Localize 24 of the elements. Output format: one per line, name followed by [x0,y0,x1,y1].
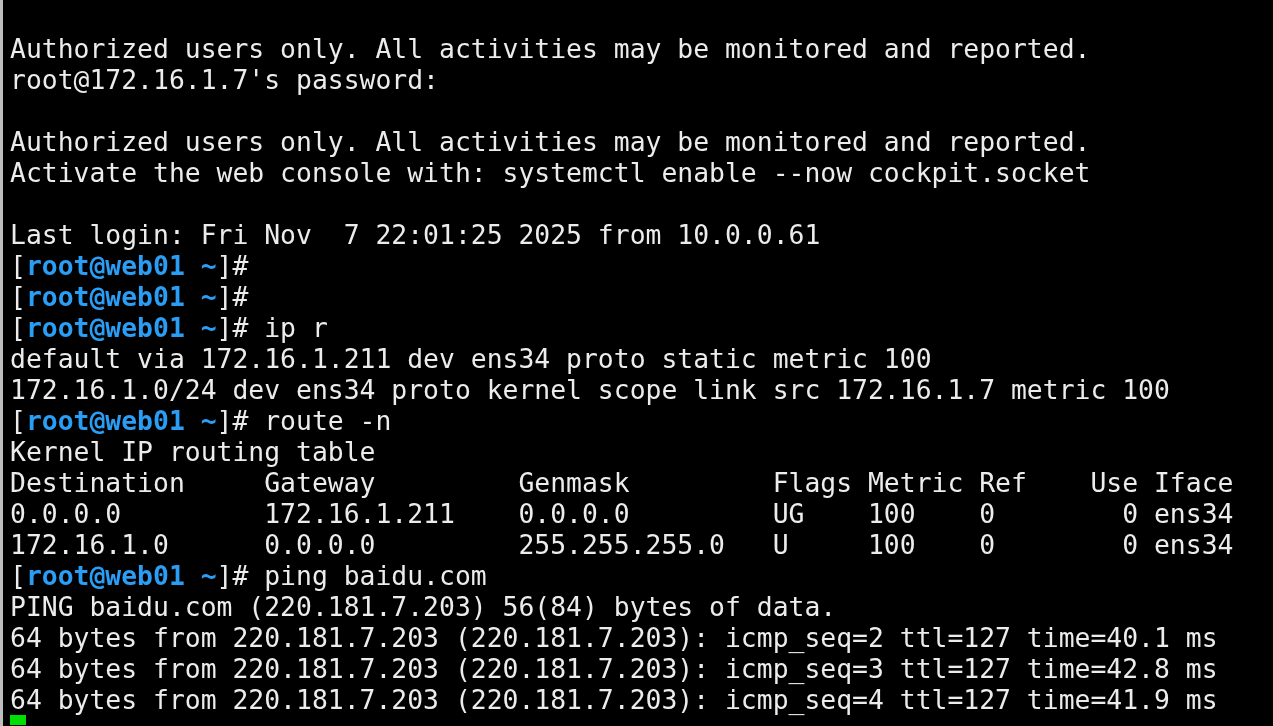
shell-prompt: [root@web01 ~]# [10,560,249,591]
command-text: ping baidu.com [264,560,487,591]
shell-prompt: [root@web01 ~]# [10,281,249,312]
terminal-line: 172.16.1.0 0.0.0.0 255.255.255.0 U 100 0 0 ens34 [10,529,1234,560]
shell-prompt: [root@web01 ~]# [10,250,249,281]
shell-prompt: [root@web01 ~]# [10,405,249,436]
terminal-line: Destination Gateway Genmask Flags Metric Ref Use Iface [10,467,1234,498]
terminal-line: root@172.16.1.7's password: [10,64,439,95]
terminal-line: Authorized users only. All activities may be monitored and reported. [10,33,1091,64]
terminal-line: Authorized users only. All activities may be monitored and reported. [10,126,1091,157]
terminal-line: 64 bytes from 220.181.7.203 (220.181.7.203): icmp_seq=3 ttl=127 time=42.8 ms [10,653,1218,684]
shell-prompt: [root@web01 ~]# [10,312,249,343]
terminal-line: Last login: Fri Nov 7 22:01:25 2025 from 10.0.0.61 [10,219,821,250]
terminal-line: Kernel IP routing table [10,436,376,467]
terminal-line: 0.0.0.0 172.16.1.211 0.0.0.0 UG 100 0 0 ens34 [10,498,1234,529]
command-text: ip r [264,312,328,343]
command-text: route -n [264,405,392,436]
terminal-line: Activate the web console with: systemctl enable --now cockpit.socket [10,157,1091,188]
terminal-line: PING baidu.com (220.181.7.203) 56(84) bytes of data. [10,591,837,622]
terminal-line: 64 bytes from 220.181.7.203 (220.181.7.203): icmp_seq=2 ttl=127 time=40.1 ms [10,622,1218,653]
text-cursor [10,715,26,725]
terminal-line: 64 bytes from 220.181.7.203 (220.181.7.203): icmp_seq=4 ttl=127 time=41.9 ms [10,684,1218,715]
terminal-line: default via 172.16.1.211 dev ens34 proto static metric 100 [10,343,932,374]
terminal-line: 172.16.1.0/24 dev ens34 proto kernel scope link src 172.16.1.7 metric 100 [10,374,1170,405]
